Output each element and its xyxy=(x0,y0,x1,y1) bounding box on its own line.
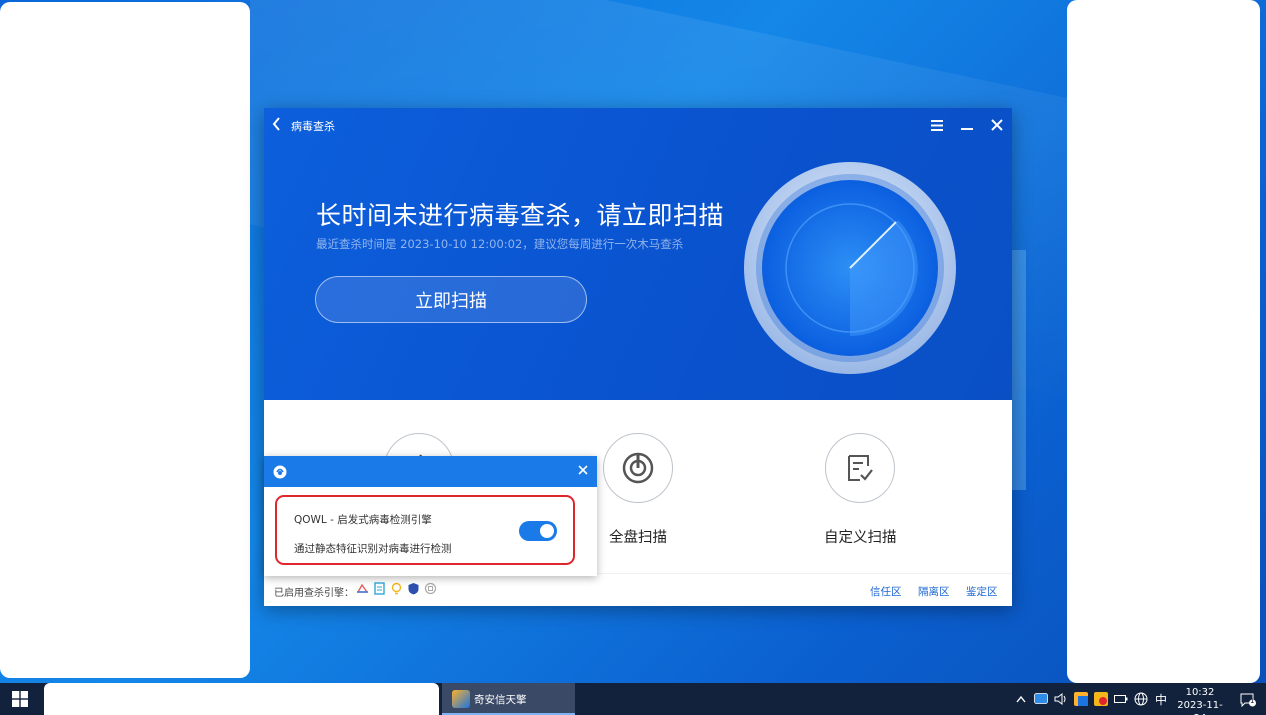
full-scan-button[interactable] xyxy=(603,433,673,503)
engine-toggle[interactable] xyxy=(519,521,557,541)
custom-scan-label: 自定义扫描 xyxy=(824,530,897,546)
chip-engine-icon[interactable] xyxy=(424,582,437,595)
full-scan-label: 全盘扫描 xyxy=(609,530,667,546)
radar-power-icon xyxy=(622,452,654,484)
tray-item-1[interactable] xyxy=(1032,683,1050,715)
windows-start-icon[interactable] xyxy=(12,691,28,707)
notification-count: 1 xyxy=(1250,697,1255,705)
engines-label: 已启用查杀引擎： xyxy=(274,588,354,599)
battery-button[interactable] xyxy=(1112,683,1130,715)
document-engine-icon[interactable] xyxy=(373,582,386,595)
identify-zone-link[interactable]: 鉴定区 xyxy=(966,584,998,599)
system-clock[interactable]: 10:32 2023-11-24 xyxy=(1172,686,1228,715)
network-button[interactable] xyxy=(1132,683,1150,715)
scan-hero-panel: 病毒查杀 长时间未进行病毒查杀，请立即扫描 最近查杀时间是 2023-10-10… xyxy=(264,108,1012,400)
taskbar-app-qianxin[interactable]: 奇安信天擎 xyxy=(442,683,575,715)
engine-name: QOWL - 启发式病毒检测引擎 xyxy=(294,514,432,526)
close-button[interactable] xyxy=(986,114,1008,136)
speaker-icon xyxy=(1054,693,1066,705)
chat-tray-icon xyxy=(1034,693,1048,704)
clock-time: 10:32 xyxy=(1185,687,1215,698)
engine-icon-list xyxy=(356,582,437,595)
minimize-button[interactable] xyxy=(956,114,978,136)
last-scan-text: 最近查杀时间是 2023-10-10 12:00:02，建议您每周进行一次木马查… xyxy=(316,237,684,251)
battery-icon xyxy=(1114,695,1128,703)
chevron-left-icon xyxy=(272,117,280,131)
minimize-icon xyxy=(961,128,973,130)
menu-button[interactable] xyxy=(926,114,948,136)
blank-panel-right xyxy=(1067,0,1260,683)
radar-graphic xyxy=(744,162,956,374)
scan-now-button[interactable]: 立即扫描 xyxy=(315,276,587,323)
scan-headline: 长时间未进行病毒查杀，请立即扫描 xyxy=(316,201,725,230)
globe-icon xyxy=(1134,692,1148,706)
shield-engine-icon[interactable] xyxy=(407,582,420,595)
engine-description: 通过静态特征识别对病毒进行检测 xyxy=(294,543,452,555)
back-button[interactable] xyxy=(272,117,286,133)
chevron-up-icon xyxy=(1016,695,1026,702)
volume-button[interactable] xyxy=(1052,683,1070,715)
notification-center-button[interactable]: 1 xyxy=(1240,692,1256,708)
bulb-engine-icon[interactable] xyxy=(390,582,403,595)
taskbar: 奇安信天擎 中 10:32 2023-11-24 1 xyxy=(0,683,1266,715)
desktop-light-bar xyxy=(1012,250,1026,490)
close-icon xyxy=(991,119,1003,131)
clock-date: 2023-11-24 xyxy=(1177,700,1223,715)
qianxin-tray-icon xyxy=(1074,692,1088,706)
window-title: 病毒查杀 xyxy=(291,120,335,133)
tray-item-2[interactable] xyxy=(1072,683,1090,715)
toggle-knob xyxy=(540,524,554,538)
ime-indicator[interactable]: 中 xyxy=(1152,683,1170,715)
menu-icon xyxy=(931,119,943,131)
taskbar-blank-area xyxy=(44,683,439,715)
quarantine-link[interactable]: 隔离区 xyxy=(918,584,950,599)
close-icon xyxy=(578,465,588,475)
engine-footer: 已启用查杀引擎： 信任区 隔离区 鉴定区 xyxy=(264,573,1012,606)
taskbar-app-label: 奇安信天擎 xyxy=(474,694,527,706)
blank-panel-left xyxy=(0,2,250,678)
popup-close-button[interactable] xyxy=(575,463,591,479)
trust-zone-link[interactable]: 信任区 xyxy=(870,584,902,599)
security-tray-icon xyxy=(1094,692,1108,706)
checklist-icon xyxy=(848,455,873,481)
engine-info-popup: QOWL - 启发式病毒检测引擎 通过静态特征识别对病毒进行检测 xyxy=(264,456,597,576)
custom-scan-button[interactable] xyxy=(825,433,895,503)
popup-header xyxy=(264,456,597,487)
tray-expand-button[interactable] xyxy=(1012,683,1030,715)
tray-item-3[interactable] xyxy=(1092,683,1110,715)
qianxin-app-icon xyxy=(452,690,470,708)
qianxin-logo-icon xyxy=(273,465,287,479)
cloud-engine-icon[interactable] xyxy=(356,582,369,595)
